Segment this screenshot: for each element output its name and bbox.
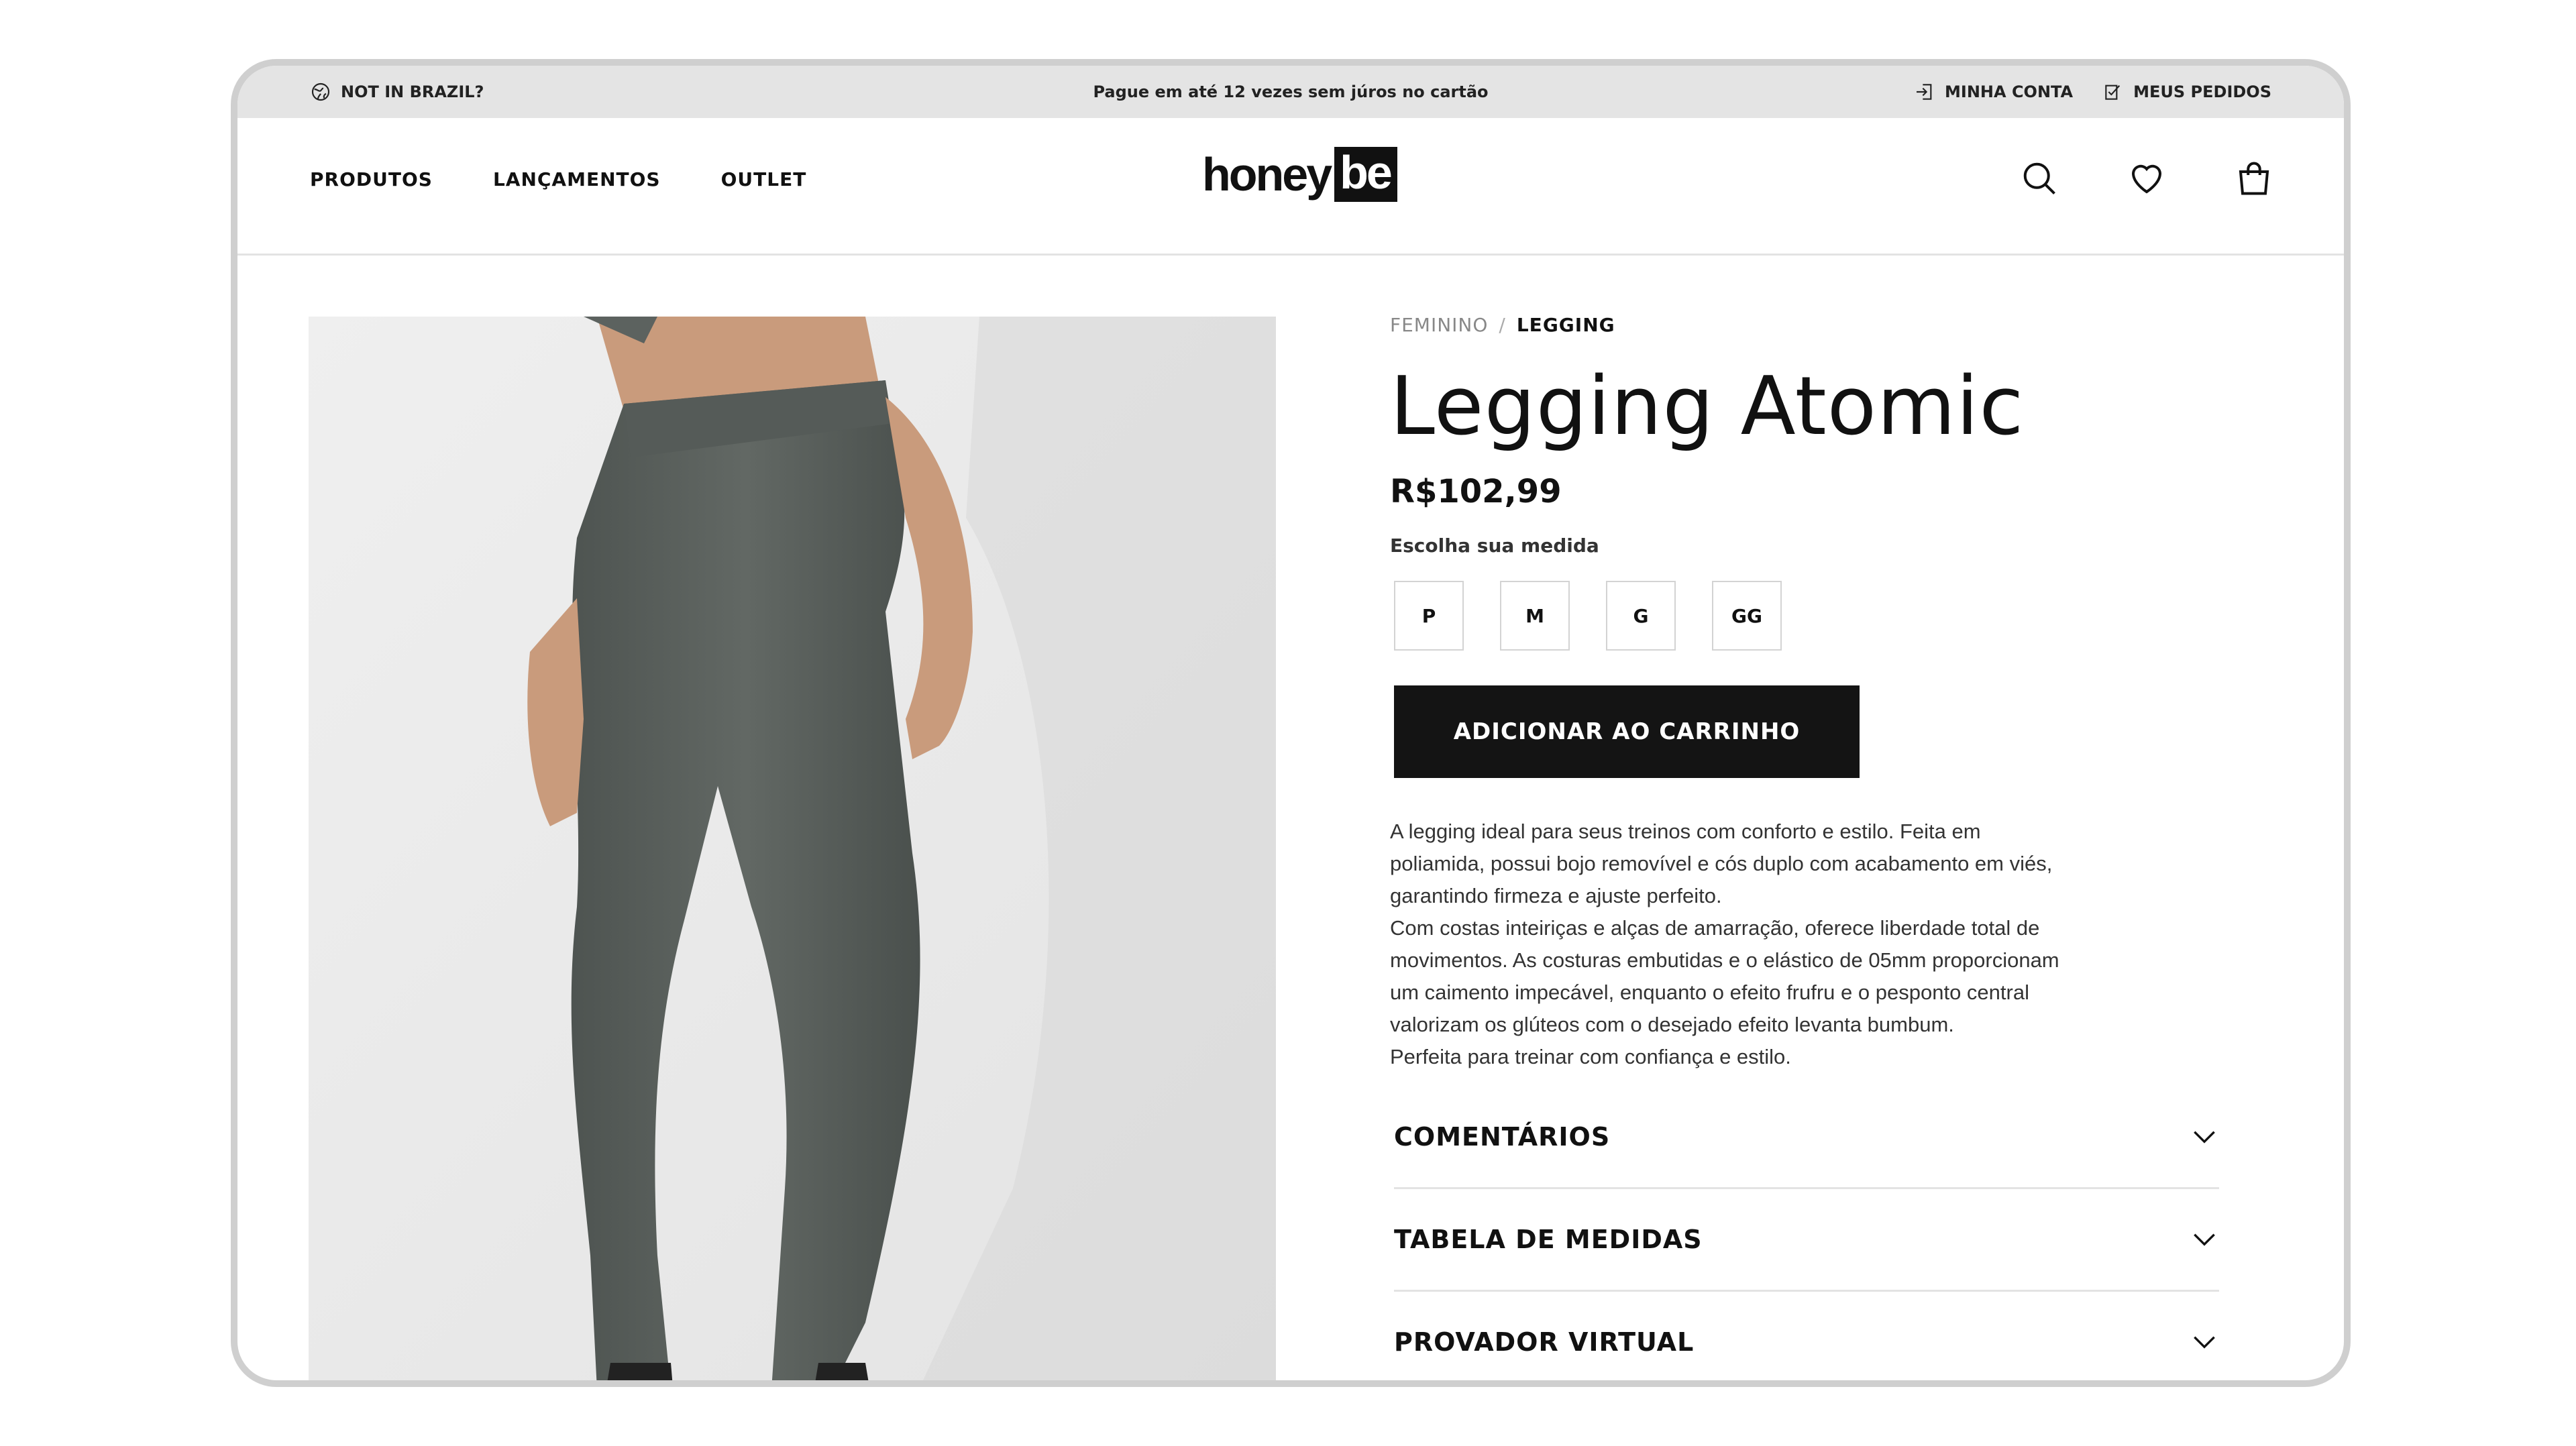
description-paragraph: A legging ideal para seus treinos com co… — [1390, 820, 2053, 907]
accordion-label: PROVADOR VIRTUAL — [1394, 1327, 1695, 1357]
globe-icon — [311, 82, 330, 101]
size-option-gg[interactable]: GG — [1712, 581, 1782, 651]
site-header: PRODUTOS LANÇAMENTOS OUTLET honey be — [237, 118, 2344, 256]
logo-be: be — [1334, 147, 1397, 202]
product-title: Legging Atomic — [1390, 360, 2025, 453]
accordion-label: COMENTÁRIOS — [1394, 1122, 1611, 1152]
nav-item-produtos[interactable]: PRODUTOS — [310, 168, 433, 190]
main-nav: PRODUTOS LANÇAMENTOS OUTLET — [310, 118, 806, 254]
product-image[interactable] — [309, 317, 1276, 1380]
login-icon — [1917, 84, 1932, 100]
region-label: NOT IN BRAZIL? — [341, 82, 484, 101]
size-option-g[interactable]: G — [1606, 581, 1676, 651]
accordion-tabela-medidas[interactable]: TABELA DE MEDIDAS — [1394, 1189, 2219, 1292]
chevron-down-icon — [2194, 1131, 2215, 1144]
chevron-down-icon — [2194, 1336, 2215, 1349]
size-option-p[interactable]: P — [1394, 581, 1464, 651]
accordion-provador-virtual[interactable]: PROVADOR VIRTUAL — [1394, 1292, 2219, 1380]
search-icon[interactable] — [2019, 158, 2059, 199]
announcement-bar: NOT IN BRAZIL? Pague em até 12 vezes sem… — [237, 66, 2344, 118]
shopping-bag-icon[interactable] — [2234, 158, 2274, 199]
breadcrumb-current: LEGGING — [1516, 314, 1615, 336]
account-link[interactable]: MINHA CONTA — [1914, 81, 2073, 103]
logo-honey: honey — [1202, 148, 1332, 201]
product-price: R$102,99 — [1390, 473, 1562, 510]
size-label: Escolha sua medida — [1390, 535, 1599, 557]
orders-label: MEUS PEDIDOS — [2133, 82, 2271, 101]
product-accordions: COMENTÁRIOS TABELA DE MEDIDAS PROVADOR V… — [1394, 1087, 2219, 1380]
accordion-comentarios[interactable]: COMENTÁRIOS — [1394, 1087, 2219, 1189]
accordion-label: TABELA DE MEDIDAS — [1394, 1225, 1703, 1254]
breadcrumb-parent[interactable]: FEMININO — [1390, 314, 1488, 336]
orders-link[interactable]: MEUS PEDIDOS — [2102, 81, 2271, 103]
breadcrumb: FEMININO / LEGGING — [1390, 314, 2262, 336]
account-label: MINHA CONTA — [1945, 82, 2074, 101]
breadcrumb-separator: / — [1499, 314, 1506, 336]
brand-logo[interactable]: honey be — [1202, 147, 1397, 202]
region-link[interactable]: NOT IN BRAZIL? — [310, 81, 484, 103]
legging-photo — [309, 317, 1276, 1380]
add-to-cart-button[interactable]: ADICIONAR AO CARRINHO — [1394, 685, 1860, 778]
heart-icon[interactable] — [2127, 158, 2167, 199]
browser-frame: NOT IN BRAZIL? Pague em até 12 vezes sem… — [231, 59, 2351, 1387]
product-description: A legging ideal para seus treinos com co… — [1390, 816, 2068, 1073]
product-info: FEMININO / LEGGING Legging Atomic R$102,99… — [1390, 314, 2262, 1380]
size-option-m[interactable]: M — [1500, 581, 1570, 651]
description-paragraph: Com costas inteiriças e alças de amarraç… — [1390, 916, 2059, 1036]
orders-icon — [2105, 85, 2121, 100]
size-selector: P M G GG — [1394, 581, 2262, 651]
description-paragraph: Perfeita para treinar com confiança e es… — [1390, 1045, 1791, 1068]
chevron-down-icon — [2194, 1233, 2215, 1246]
nav-item-lancamentos[interactable]: LANÇAMENTOS — [493, 168, 661, 190]
nav-item-outlet[interactable]: OUTLET — [721, 168, 807, 190]
